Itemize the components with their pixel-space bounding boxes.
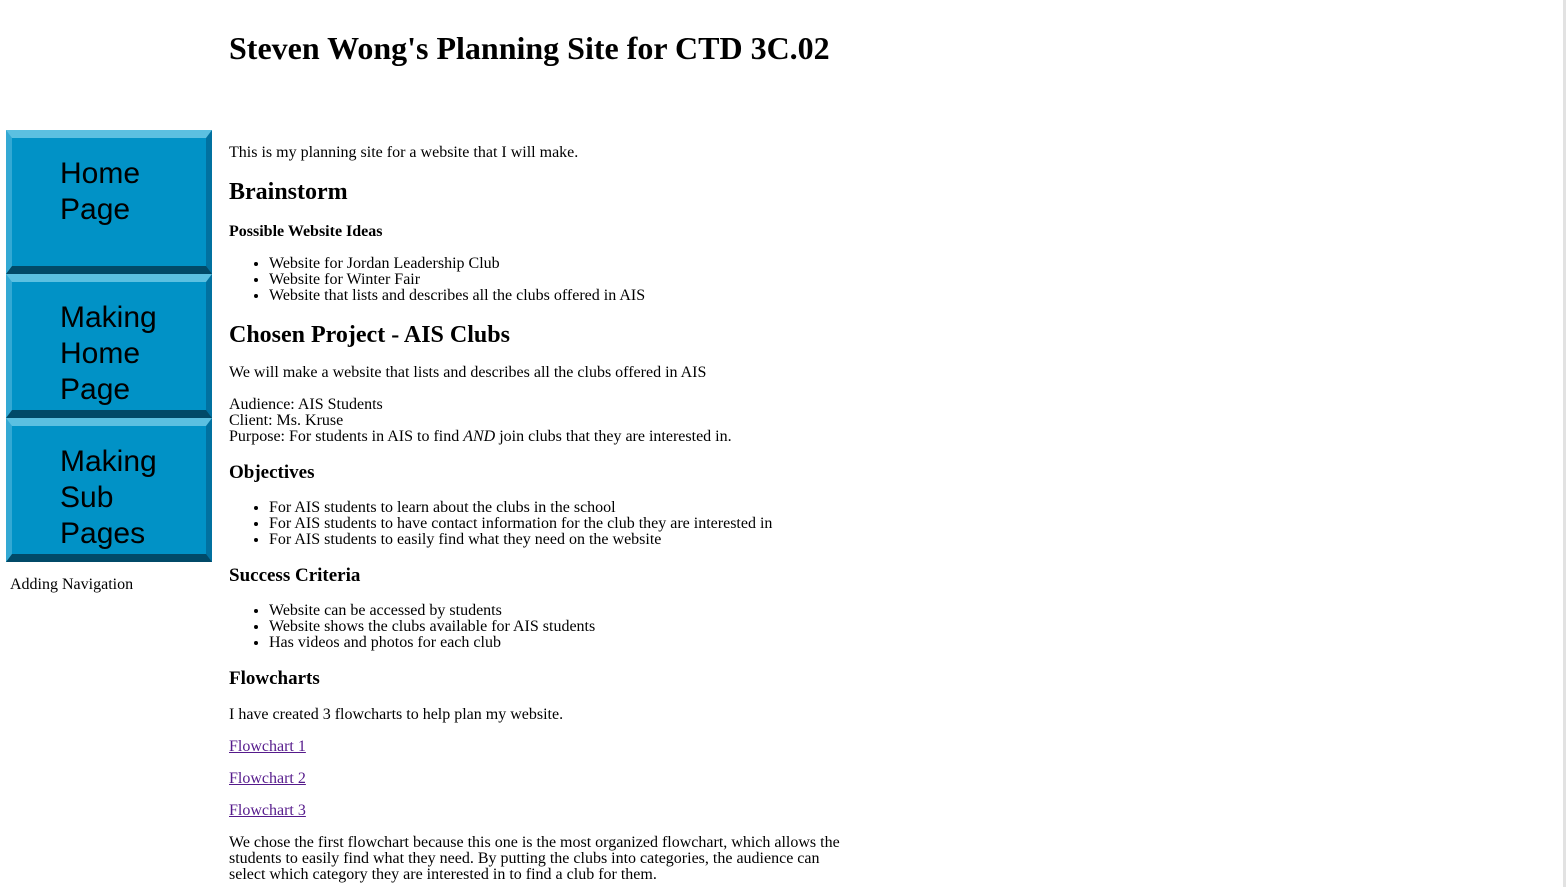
- nav-button-label: Making Home Page: [60, 301, 157, 406]
- list-item: Has videos and photos for each club: [269, 635, 849, 651]
- list-item: Website for Winter Fair: [269, 272, 849, 288]
- ideas-list: Website for Jordan Leadership Club Websi…: [229, 256, 849, 304]
- nav-button-home-page[interactable]: Home Page: [6, 130, 212, 274]
- purpose-emphasis: AND: [463, 428, 496, 445]
- side-navigation: Home Page Making Home Page Making Sub Pa…: [6, 130, 212, 594]
- purpose-text: Purpose: For students in AIS to find AND…: [229, 428, 732, 445]
- list-item: For AIS students to learn about the club…: [269, 500, 849, 516]
- intro-text: This is my planning site for a website t…: [229, 144, 579, 161]
- client-text: Client: Ms. Kruse: [229, 412, 344, 429]
- flowchart-link-2[interactable]: Flowchart 2: [229, 770, 306, 787]
- nav-button-making-sub-pages[interactable]: Making Sub Pages: [6, 418, 212, 562]
- list-item: Website can be accessed by students: [269, 603, 849, 619]
- flowchart-link-3-row: Flowchart 3: [229, 803, 849, 819]
- page: Steven Wong's Planning Site for CTD 3C.0…: [0, 0, 1566, 887]
- audience-text: Audience: AIS Students: [229, 396, 383, 413]
- nav-button-making-home-page[interactable]: Making Home Page: [6, 274, 212, 418]
- flowchart-link-1-row: Flowchart 1: [229, 739, 849, 755]
- list-item: Website for Jordan Leadership Club: [269, 256, 849, 272]
- nav-button-label: Home Page: [60, 157, 141, 226]
- success-criteria-list: Website can be accessed by students Webs…: [229, 603, 849, 651]
- objectives-heading: Objectives: [229, 462, 315, 483]
- flowcharts-heading: Flowcharts: [229, 668, 320, 689]
- objectives-list: For AIS students to learn about the club…: [229, 500, 849, 548]
- flowchart-conclusion: We chose the first flowchart because thi…: [229, 834, 840, 883]
- page-title: Steven Wong's Planning Site for CTD 3C.0…: [229, 30, 830, 66]
- flowchart-link-2-row: Flowchart 2: [229, 771, 849, 787]
- list-item: For AIS students to have contact informa…: [269, 516, 849, 532]
- success-criteria-heading: Success Criteria: [229, 565, 361, 586]
- list-item: Website shows the clubs available for AI…: [269, 619, 849, 635]
- flowchart-link-3[interactable]: Flowchart 3: [229, 802, 306, 819]
- list-item: For AIS students to easily find what the…: [269, 532, 849, 548]
- chosen-project-heading: Chosen Project - AIS Clubs: [229, 322, 510, 348]
- project-description: We will make a website that lists and de…: [229, 364, 707, 381]
- list-item: Website that lists and describes all the…: [269, 288, 849, 304]
- brainstorm-heading: Brainstorm: [229, 179, 348, 205]
- main-content: This is my planning site for a website t…: [229, 144, 849, 883]
- project-details: Audience: AIS Students Client: Ms. Kruse…: [229, 397, 849, 445]
- flowcharts-intro: I have created 3 flowcharts to help plan…: [229, 706, 564, 723]
- nav-item-adding-navigation[interactable]: Adding Navigation: [10, 576, 212, 594]
- nav-button-label: Making Sub Pages: [60, 445, 157, 550]
- ideas-subheading: Possible Website Ideas: [229, 223, 383, 240]
- flowchart-link-1[interactable]: Flowchart 1: [229, 738, 306, 755]
